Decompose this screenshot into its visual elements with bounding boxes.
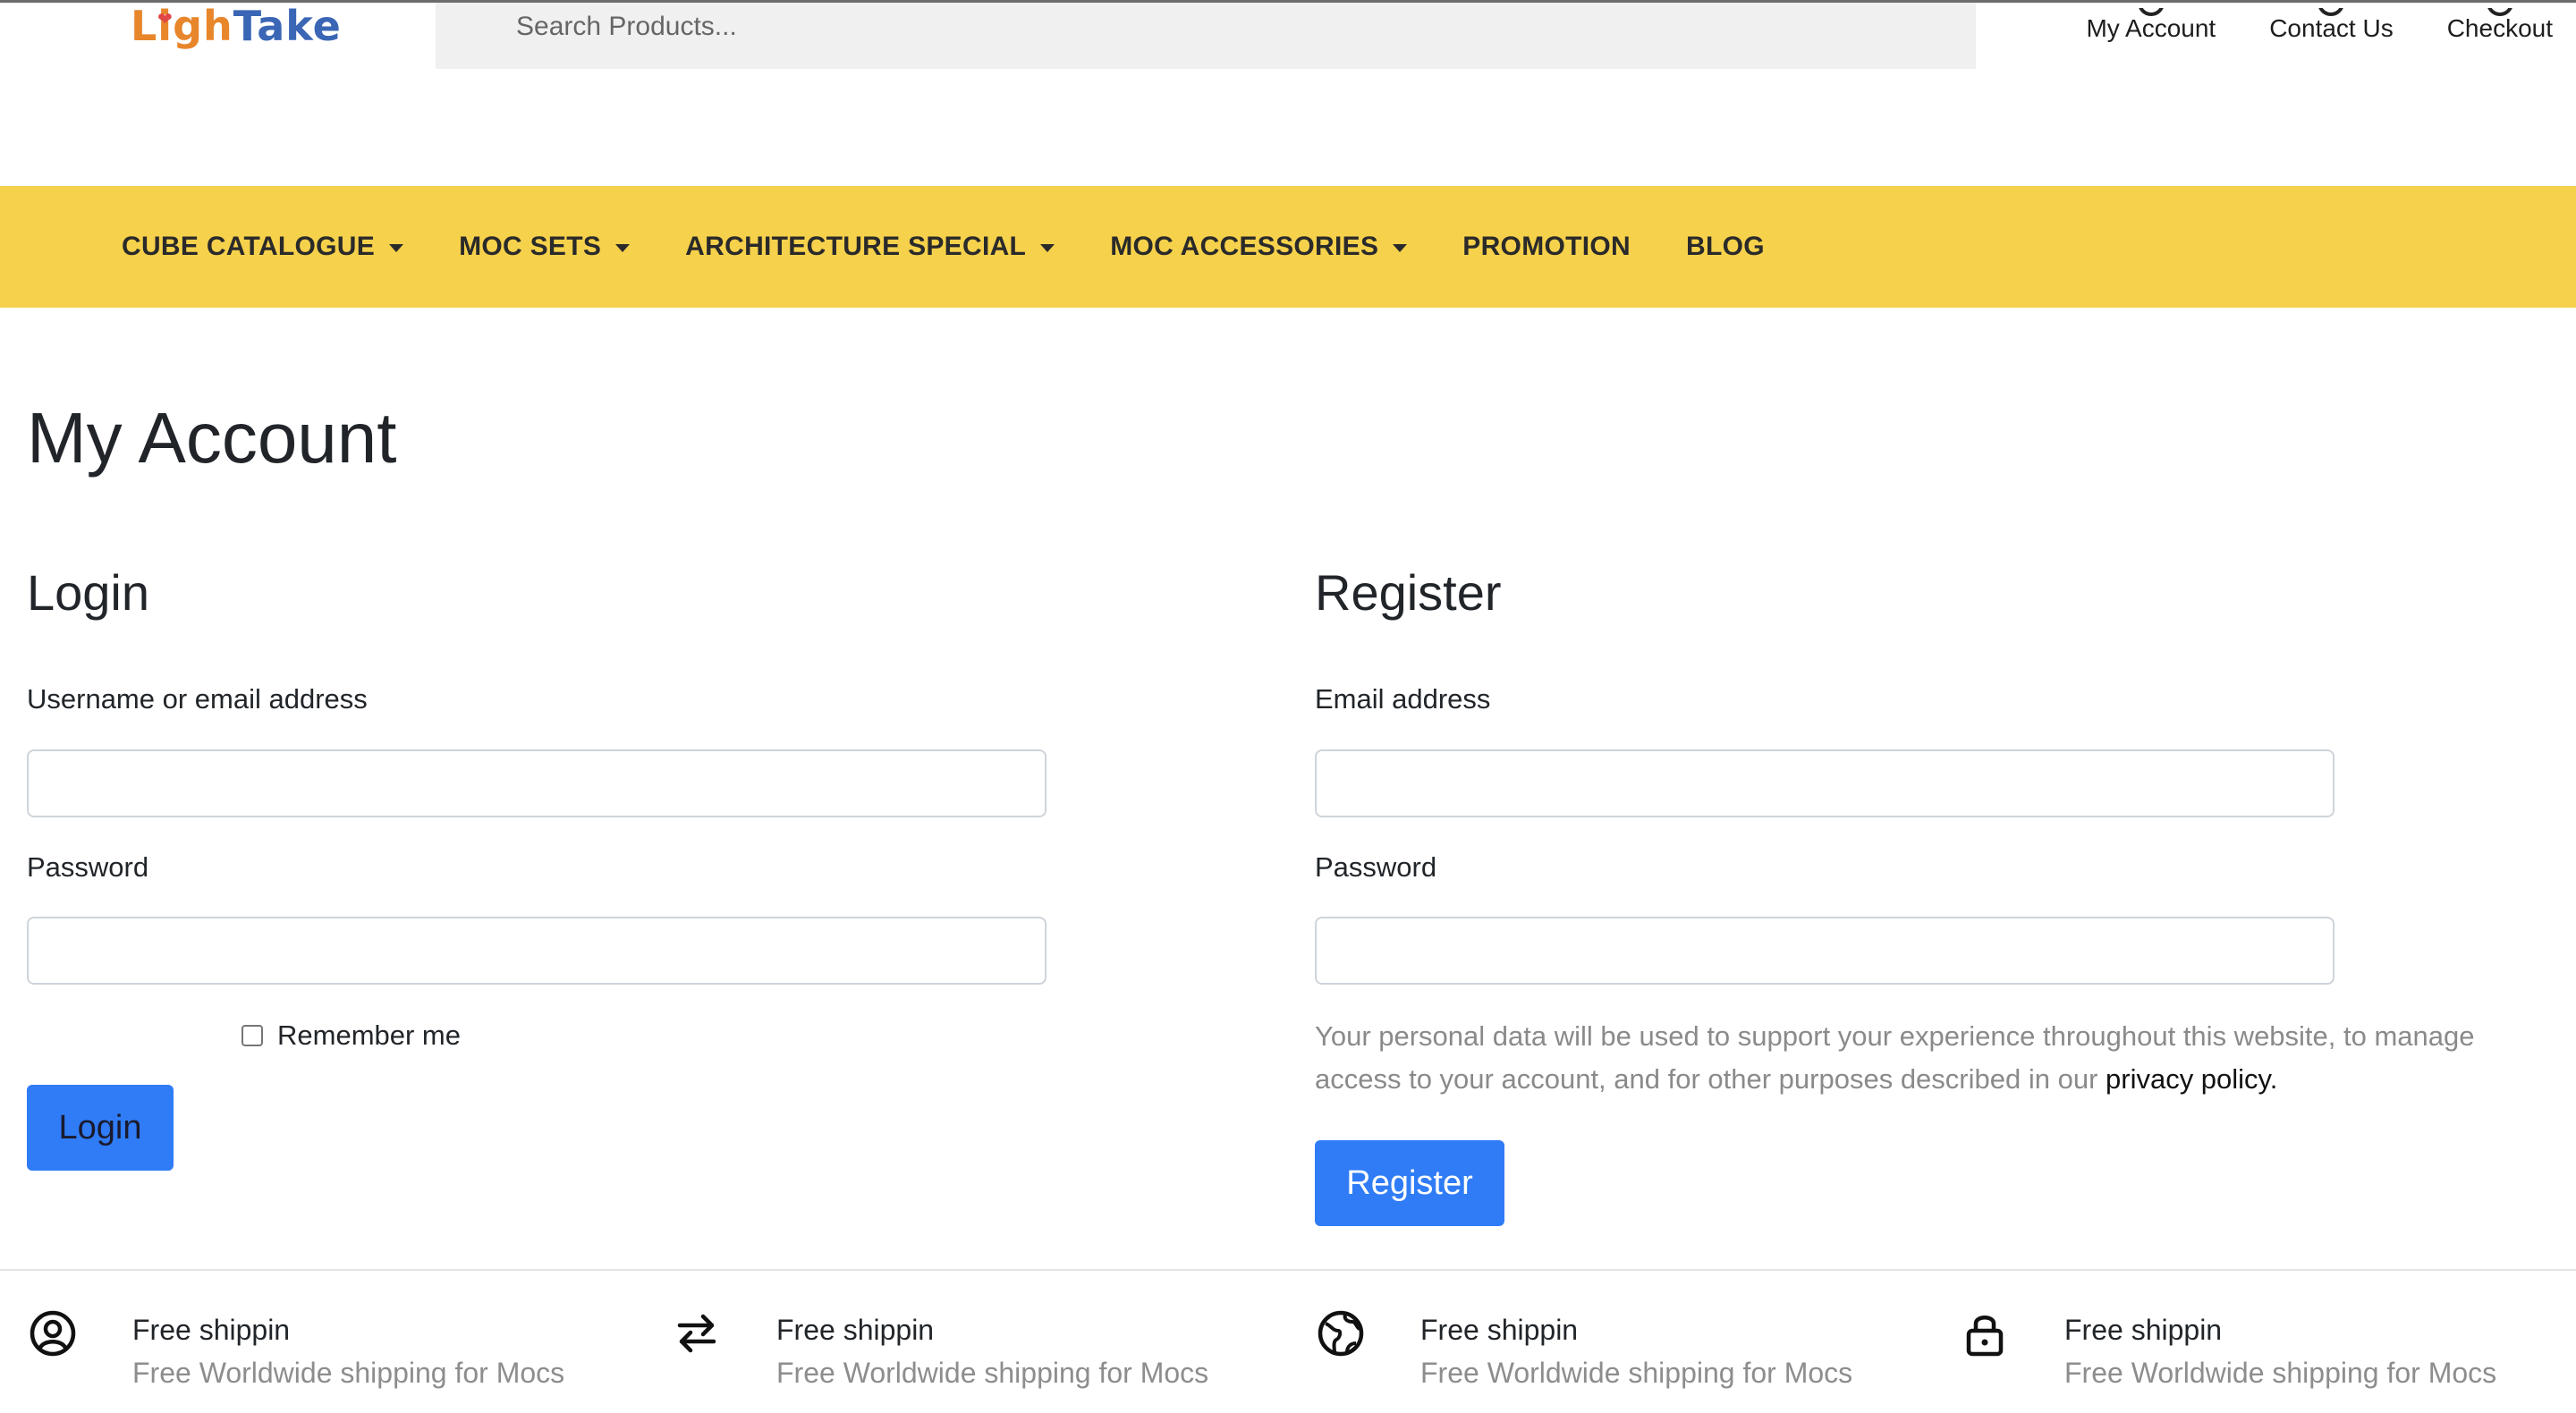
nav-item-moc-sets[interactable]: MOC SETS [459, 232, 631, 262]
feature-item: Free shippin Free Worldwide shipping for… [27, 1307, 653, 1406]
remember-label: Remember me [277, 1020, 461, 1051]
logo-text-part-2: Take [233, 2, 342, 50]
remember-me[interactable]: Remember me [242, 1020, 461, 1052]
caret-down-icon [1393, 243, 1408, 252]
nav-item-label: PROMOTION [1462, 232, 1631, 261]
login-button[interactable]: Login [27, 1085, 174, 1171]
feature-title: Free shippin [1420, 1314, 1579, 1346]
register-password-input[interactable] [1315, 917, 2334, 985]
feature-subtitle: Free Worldwide shipping for Mocs [776, 1357, 1209, 1389]
contact-us-link[interactable]: Contact Us [2269, 8, 2394, 45]
nav-item-blog[interactable]: BLOG [1686, 232, 1765, 262]
nav-item-label: MOC ACCESSORIES [1110, 232, 1379, 261]
search-input[interactable] [516, 3, 1947, 51]
footer-divider [0, 1269, 2576, 1271]
nav-items: CUBE CATALOGUE MOC SETS ARCHITECTURE SPE… [122, 186, 1820, 308]
remember-checkbox[interactable] [242, 1025, 263, 1046]
caret-down-icon [615, 243, 631, 252]
feature-subtitle: Free Worldwide shipping for Mocs [132, 1357, 565, 1389]
register-title: Register [1315, 564, 1502, 621]
contact-us-label: Contact Us [2269, 14, 2394, 42]
caret-down-icon [1040, 243, 1055, 252]
nav-item-label: CUBE CATALOGUE [122, 232, 376, 261]
email-label: Email address [1315, 683, 1491, 715]
privacy-policy-link[interactable]: privacy policy [2106, 1063, 2270, 1095]
nav-item-label: MOC SETS [459, 232, 602, 261]
page: ❤ LighTake My Account Contact Us Checkou… [0, 0, 2576, 1413]
feature-item: Free shippin Free Worldwide shipping for… [671, 1307, 1297, 1406]
user-circle-icon [30, 1310, 76, 1357]
nav-item-architecture-special[interactable]: ARCHITECTURE SPECIAL [685, 232, 1055, 262]
feature-subtitle: Free Worldwide shipping for Mocs [2064, 1357, 2497, 1389]
site-logo[interactable]: ❤ LighTake [131, 0, 342, 54]
privacy-notice: Your personal data will be used to suppo… [1315, 1015, 2567, 1101]
login-password-input[interactable] [27, 917, 1046, 985]
nav-item-cube-catalogue[interactable]: CUBE CATALOGUE [122, 232, 404, 262]
register-password-label: Password [1315, 851, 1437, 883]
email-input[interactable] [1315, 749, 2334, 817]
username-label: Username or email address [27, 683, 368, 715]
lock-icon [1966, 1316, 2004, 1357]
feature-title: Free shippin [132, 1314, 291, 1346]
page-title: My Account [27, 398, 397, 478]
username-input[interactable] [27, 749, 1046, 817]
caret-down-icon [389, 243, 404, 252]
my-account-label: My Account [2086, 14, 2216, 42]
nav-item-promotion[interactable]: PROMOTION [1462, 232, 1631, 262]
top-links: My Account Contact Us Checkout [2086, 8, 2553, 45]
main-nav: CUBE CATALOGUE MOC SETS ARCHITECTURE SPE… [0, 186, 2576, 308]
feature-item: Free shippin Free Worldwide shipping for… [1959, 1307, 2576, 1406]
search-bar [436, 3, 1976, 69]
feature-subtitle: Free Worldwide shipping for Mocs [1420, 1357, 1853, 1389]
checkout-link[interactable]: Checkout [2446, 8, 2553, 45]
feature-title: Free shippin [776, 1314, 935, 1346]
nav-item-label: BLOG [1685, 232, 1765, 261]
checkout-label: Checkout [2446, 14, 2553, 42]
logo-text-part-1: Ligh [131, 2, 233, 50]
nav-item-label: ARCHITECTURE SPECIAL [685, 232, 1027, 261]
my-account-link[interactable]: My Account [2086, 8, 2216, 45]
arrows-exchange-icon [677, 1314, 716, 1353]
feature-title: Free shippin [2064, 1314, 2223, 1346]
heart-icon: ❤ [157, 8, 174, 30]
nav-item-moc-accessories[interactable]: MOC ACCESSORIES [1110, 232, 1408, 262]
login-password-label: Password [27, 851, 149, 883]
privacy-end: . [2269, 1063, 2278, 1095]
register-button[interactable]: Register [1315, 1140, 1504, 1226]
login-title: Login [27, 564, 150, 621]
privacy-text: Your personal data will be used to suppo… [1315, 1020, 2475, 1095]
globe-icon [1318, 1310, 1364, 1357]
feature-item: Free shippin Free Worldwide shipping for… [1315, 1307, 1941, 1406]
